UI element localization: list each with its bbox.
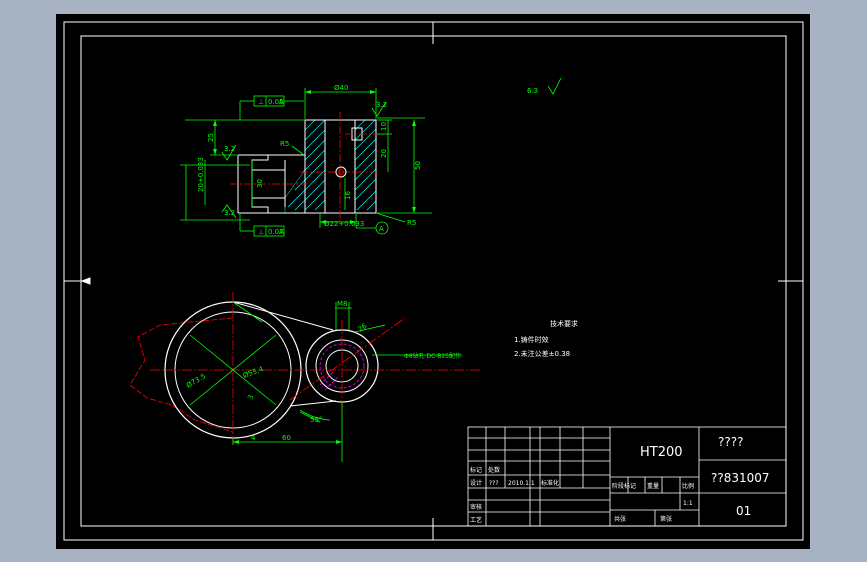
top-section-view: 0.05 A ⊥ 0.07 A ⊥ Ø40 R5 R5 Ø22+0.033 A … <box>180 84 432 237</box>
flatness-top-symbol: ⊥ <box>258 98 264 106</box>
flatness-bottom-symbol: ⊥ <box>258 228 264 236</box>
dim-73: Ø73.5 <box>185 372 207 389</box>
tb-designer: ??? <box>489 480 499 487</box>
scale: 1:1 <box>683 500 693 507</box>
tb-stage: 阶段标记 <box>612 482 636 490</box>
tb-design: 设计 <box>470 479 482 487</box>
tech-req-title: 技术要求 <box>550 319 578 328</box>
tb-ratio: 比例 <box>682 482 694 490</box>
dim-20: 20 <box>380 149 388 158</box>
tb-count: 处数 <box>488 466 500 474</box>
dim-m8: M8 <box>337 300 348 308</box>
dim-r5-right: R5 <box>407 219 416 227</box>
roughness-2: 3.2 <box>224 209 235 217</box>
part-name: ???? <box>718 435 743 449</box>
tb-weight: 重量 <box>647 482 659 490</box>
tb-check: 审核 <box>470 503 482 511</box>
technical-requirements: 技术要求 1.铸件时效 2.未注公差±0.38 <box>514 319 578 358</box>
drawing-frame <box>63 21 804 541</box>
sheet-number: 01 <box>736 504 751 518</box>
dim-30: 30 <box>256 179 264 188</box>
tb-std: 标准化 <box>541 479 559 487</box>
dim-55: Ø55.4 <box>242 365 265 380</box>
title-block-text: HT200 ???? ??831007 01 1:1 标记 处数 设计 ??? … <box>470 435 770 524</box>
dim-26: 26 <box>357 322 369 334</box>
flatness-bottom-datum: A <box>279 228 284 236</box>
dim-bore: 20+0.033 <box>197 157 205 192</box>
roughness-note-value: 6.3 <box>527 87 538 95</box>
dim-angle: 55° <box>310 416 322 424</box>
tb-page: 第张 <box>660 515 672 523</box>
dim-width: Ø40 <box>334 84 348 92</box>
flatness-top-datum: A <box>279 98 284 106</box>
cad-drawing-canvas: 0.05 A ⊥ 0.07 A ⊥ Ø40 R5 R5 Ø22+0.033 A … <box>63 21 804 541</box>
front-view: M8 4 60 55° Φ8钻孔 DC-B25配作 Ø73.5 Ø55.4 26… <box>129 292 480 462</box>
dim-hole: Ø22+0.033 <box>324 220 364 228</box>
tb-total: 共张 <box>614 515 626 523</box>
dim-r5-left: R5 <box>280 140 289 148</box>
roughness-note: 6.3 <box>527 77 562 95</box>
dim-50: 50 <box>414 161 422 170</box>
dim-25: 25 <box>207 133 215 142</box>
dim-3: 3 <box>246 394 255 401</box>
drawing-code: ??831007 <box>711 471 770 485</box>
roughness-3: 3.2 <box>376 101 387 109</box>
dim-16: 16 <box>344 191 352 200</box>
material: HT200 <box>640 445 683 460</box>
dim-10: 10 <box>380 122 388 131</box>
dim-4: 4 <box>251 434 256 442</box>
dim-60: 60 <box>282 434 291 442</box>
roughness-1: 3.2 <box>224 145 235 153</box>
callout-drill: Φ8钻孔 DC-B25配作 <box>404 352 461 360</box>
tech-req-line1: 1.铸件时效 <box>514 335 549 344</box>
datum-label: A <box>379 225 384 233</box>
tb-craft: 工艺 <box>470 516 482 524</box>
tb-date: 2010.1.1 <box>508 480 535 487</box>
tech-req-line2: 2.未注公差±0.38 <box>514 349 570 358</box>
tb-mark: 标记 <box>470 466 482 474</box>
